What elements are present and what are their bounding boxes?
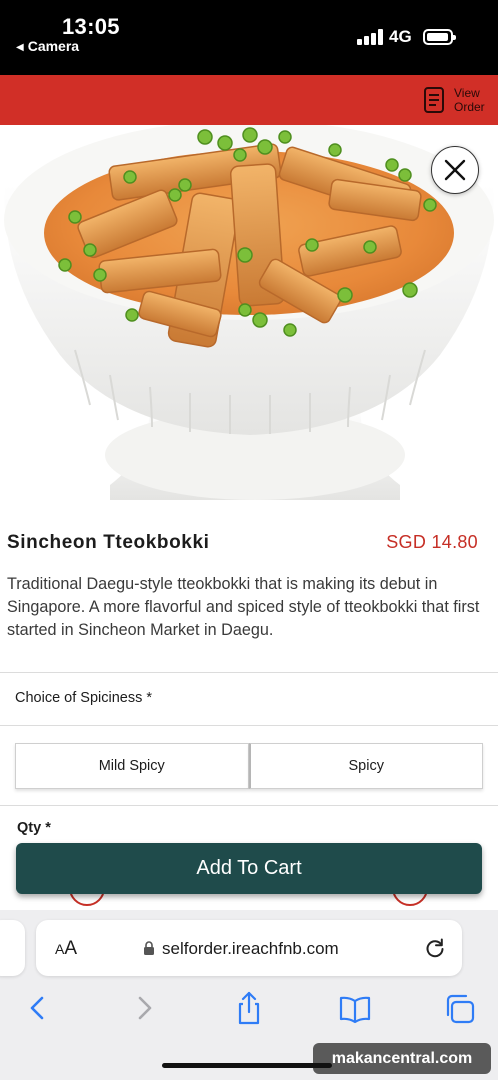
status-time: 13:05 xyxy=(62,14,120,39)
product-title: Sincheon Tteokbokki xyxy=(7,532,210,553)
tteokbokki-bowl-photo xyxy=(4,125,494,500)
option-spicy[interactable]: Spicy xyxy=(248,743,483,789)
spiciness-options: Mild Spicy Spicy xyxy=(15,743,483,789)
divider xyxy=(0,805,498,806)
product-price: SGD 14.80 xyxy=(386,532,478,552)
home-indicator[interactable] xyxy=(162,1063,332,1068)
watermark: makancentral.com xyxy=(313,1043,491,1074)
reader-options-button[interactable]: AAAA xyxy=(55,938,77,960)
close-button[interactable] xyxy=(431,146,479,194)
option-mild-spicy[interactable]: Mild Spicy xyxy=(15,743,249,789)
back-icon[interactable] xyxy=(22,990,54,1026)
product-description: Traditional Daegu-style tteokbokki that … xyxy=(7,575,480,639)
view-order-icon xyxy=(424,87,444,113)
reload-icon[interactable] xyxy=(424,937,446,959)
network-type: 4G xyxy=(389,27,412,46)
lock-icon xyxy=(144,941,154,955)
previous-tab-preview[interactable] xyxy=(0,920,25,976)
forward-icon[interactable] xyxy=(128,990,160,1026)
status-bar: 13:05 ◀ Camera 4G xyxy=(0,0,498,75)
address-bar[interactable]: AAAA selforder.ireachfnb.com xyxy=(36,920,462,976)
divider xyxy=(0,672,498,673)
view-order-label: View Order xyxy=(454,86,485,114)
quantity-label: Qty * xyxy=(17,820,51,836)
view-order-button[interactable]: View Order xyxy=(424,83,488,117)
battery-icon xyxy=(423,29,456,45)
share-icon[interactable] xyxy=(233,990,265,1026)
bookmarks-icon[interactable] xyxy=(339,990,371,1026)
back-app-label: Camera xyxy=(27,38,80,54)
back-to-app-link[interactable]: ◀ Camera xyxy=(16,38,79,54)
tabs-icon[interactable] xyxy=(444,990,476,1026)
divider xyxy=(0,725,498,726)
app-header: View Order xyxy=(0,75,498,125)
signal-icon xyxy=(357,29,383,45)
url-text: selforder.ireachfnb.com xyxy=(162,939,339,958)
add-to-cart-button[interactable]: Add To Cart xyxy=(16,843,482,894)
back-triangle-icon: ◀ xyxy=(16,42,24,53)
close-icon xyxy=(444,159,466,181)
spiciness-label: Choice of Spiciness * xyxy=(15,690,153,706)
product-image xyxy=(0,125,498,500)
